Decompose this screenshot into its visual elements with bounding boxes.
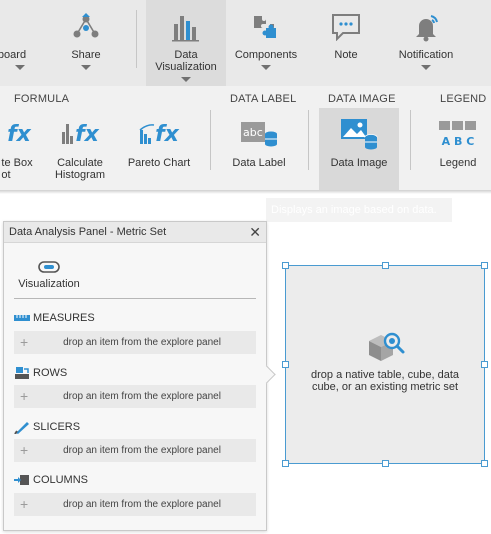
components-icon bbox=[250, 8, 282, 46]
data-image-label: Data Image bbox=[330, 157, 388, 169]
panel-pointer bbox=[257, 365, 276, 384]
histogram-fx-icon: fx bbox=[61, 114, 99, 154]
measures-title: MEASURES bbox=[33, 312, 95, 324]
slicers-placeholder: drop an item from the explore panel bbox=[63, 445, 221, 456]
chevron-down-icon bbox=[181, 77, 191, 82]
chevron-down-icon bbox=[15, 65, 25, 70]
measures-placeholder: drop an item from the explore panel bbox=[63, 337, 221, 348]
box-plot-button[interactable]: fx te Box ot bbox=[0, 108, 38, 190]
columns-title: COLUMNS bbox=[33, 474, 89, 486]
box-plot-label: te Box ot bbox=[1, 157, 33, 181]
chevron-down-icon bbox=[81, 65, 91, 70]
resize-handle-top-left[interactable] bbox=[282, 262, 289, 269]
data-label-button[interactable]: abc Data Label bbox=[226, 108, 292, 190]
chevron-down-icon bbox=[261, 65, 271, 70]
notification-button[interactable]: Notification bbox=[390, 0, 462, 86]
notification-button-label: Notification bbox=[398, 49, 454, 61]
panel-title: Data Analysis Panel - Metric Set bbox=[9, 226, 167, 238]
resize-handle-left[interactable] bbox=[282, 361, 289, 368]
resize-handle-bottom-right[interactable] bbox=[481, 460, 488, 467]
data-analysis-panel: Data Analysis Panel - Metric Set ✕ Visua… bbox=[3, 221, 276, 531]
data-visualization-icon bbox=[171, 8, 201, 46]
ribbon-top-row: board Share Data Visualization Component… bbox=[0, 0, 491, 86]
measures-icon bbox=[14, 315, 30, 321]
columns-icon bbox=[14, 475, 29, 485]
note-button[interactable]: Note bbox=[318, 0, 374, 86]
dashboard-button[interactable]: board bbox=[0, 0, 40, 86]
visualization-icon bbox=[14, 258, 84, 276]
rows-icon bbox=[15, 367, 29, 379]
rows-placeholder: drop an item from the explore panel bbox=[63, 391, 221, 402]
visualization-divider bbox=[14, 298, 256, 299]
columns-placeholder: drop an item from the explore panel bbox=[63, 499, 221, 510]
panel-title-bar: Data Analysis Panel - Metric Set ✕ bbox=[4, 222, 266, 243]
slicers-section-header: SLICERS bbox=[14, 420, 80, 434]
svg-text:abc: abc bbox=[243, 126, 263, 139]
share-button-label: Share bbox=[71, 49, 101, 61]
components-button[interactable]: Components bbox=[228, 0, 304, 86]
ribbon-subgroup-row: FORMULA DATA LABEL DATA IMAGE LEGEND fx … bbox=[0, 86, 491, 194]
pareto-chart-button[interactable]: fx Pareto Chart bbox=[126, 108, 192, 190]
ribbon-shadow bbox=[0, 190, 491, 194]
ribbon-divider bbox=[410, 110, 411, 170]
chevron-down-icon bbox=[421, 65, 431, 70]
close-icon[interactable]: ✕ bbox=[249, 222, 261, 242]
measures-section-header: MEASURES bbox=[14, 312, 95, 324]
group-label-data-label: DATA LABEL bbox=[230, 93, 297, 105]
resize-handle-bottom-left[interactable] bbox=[282, 460, 289, 467]
calculate-histogram-label: Calculate Histogram bbox=[54, 157, 106, 181]
resize-handle-top-right[interactable] bbox=[481, 262, 488, 269]
group-label-legend: LEGEND bbox=[440, 93, 487, 105]
data-label-label: Data Label bbox=[232, 157, 286, 169]
ribbon-divider bbox=[210, 110, 211, 170]
rows-title: ROWS bbox=[33, 367, 68, 379]
note-button-label: Note bbox=[334, 49, 358, 61]
resize-handle-top[interactable] bbox=[382, 262, 389, 269]
resize-handle-right[interactable] bbox=[481, 361, 488, 368]
dashboard-icon bbox=[0, 8, 40, 46]
notification-bell-icon bbox=[411, 8, 441, 46]
resize-handle-bottom[interactable] bbox=[382, 460, 389, 467]
legend-label: Legend bbox=[439, 157, 477, 169]
metric-set-widget[interactable]: drop a native table, cube, data cube, or… bbox=[282, 262, 488, 467]
legend-icon: A B C bbox=[437, 114, 479, 154]
ribbon-divider bbox=[308, 110, 309, 170]
slicers-drop-zone[interactable]: + drop an item from the explore panel bbox=[14, 439, 256, 462]
data-label-icon: abc bbox=[239, 114, 279, 154]
visualization-tab-label: Visualization bbox=[18, 278, 80, 290]
components-button-label: Components bbox=[234, 49, 298, 61]
columns-section-header: COLUMNS bbox=[14, 474, 88, 486]
data-image-tooltip: Displays an image based on data. bbox=[266, 198, 452, 222]
box-plot-fx-icon: fx bbox=[7, 121, 31, 147]
pareto-fx-icon: fx bbox=[139, 114, 179, 154]
rows-drop-zone[interactable]: + drop an item from the explore panel bbox=[14, 385, 256, 408]
calculate-histogram-button[interactable]: fx Calculate Histogram bbox=[50, 108, 110, 190]
cube-search-icon bbox=[366, 329, 406, 368]
visualization-tab[interactable]: Visualization bbox=[14, 258, 84, 290]
ribbon-divider bbox=[136, 10, 137, 68]
measures-drop-zone[interactable]: + drop an item from the explore panel bbox=[14, 331, 256, 354]
slicers-icon bbox=[14, 422, 29, 434]
dashboard-button-label: board bbox=[0, 49, 27, 61]
columns-drop-zone[interactable]: + drop an item from the explore panel bbox=[14, 493, 256, 516]
group-label-data-image: DATA IMAGE bbox=[328, 93, 396, 105]
data-visualization-label: Data Visualization bbox=[155, 49, 217, 73]
slicers-title: SLICERS bbox=[33, 421, 81, 433]
widget-drop-hint: drop a native table, cube, data cube, or… bbox=[311, 369, 459, 393]
rows-section-header: ROWS bbox=[14, 366, 67, 380]
legend-icon-letters: A B C bbox=[442, 135, 475, 148]
data-image-icon bbox=[339, 114, 379, 154]
data-image-button[interactable]: Data Image bbox=[319, 108, 399, 190]
share-icon bbox=[72, 8, 100, 46]
legend-button[interactable]: A B C Legend bbox=[428, 108, 488, 190]
data-visualization-button[interactable]: Data Visualization bbox=[146, 0, 226, 86]
share-button[interactable]: Share bbox=[60, 0, 112, 86]
note-icon bbox=[331, 8, 361, 46]
pareto-chart-label: Pareto Chart bbox=[127, 157, 191, 169]
group-label-formula: FORMULA bbox=[14, 93, 70, 105]
